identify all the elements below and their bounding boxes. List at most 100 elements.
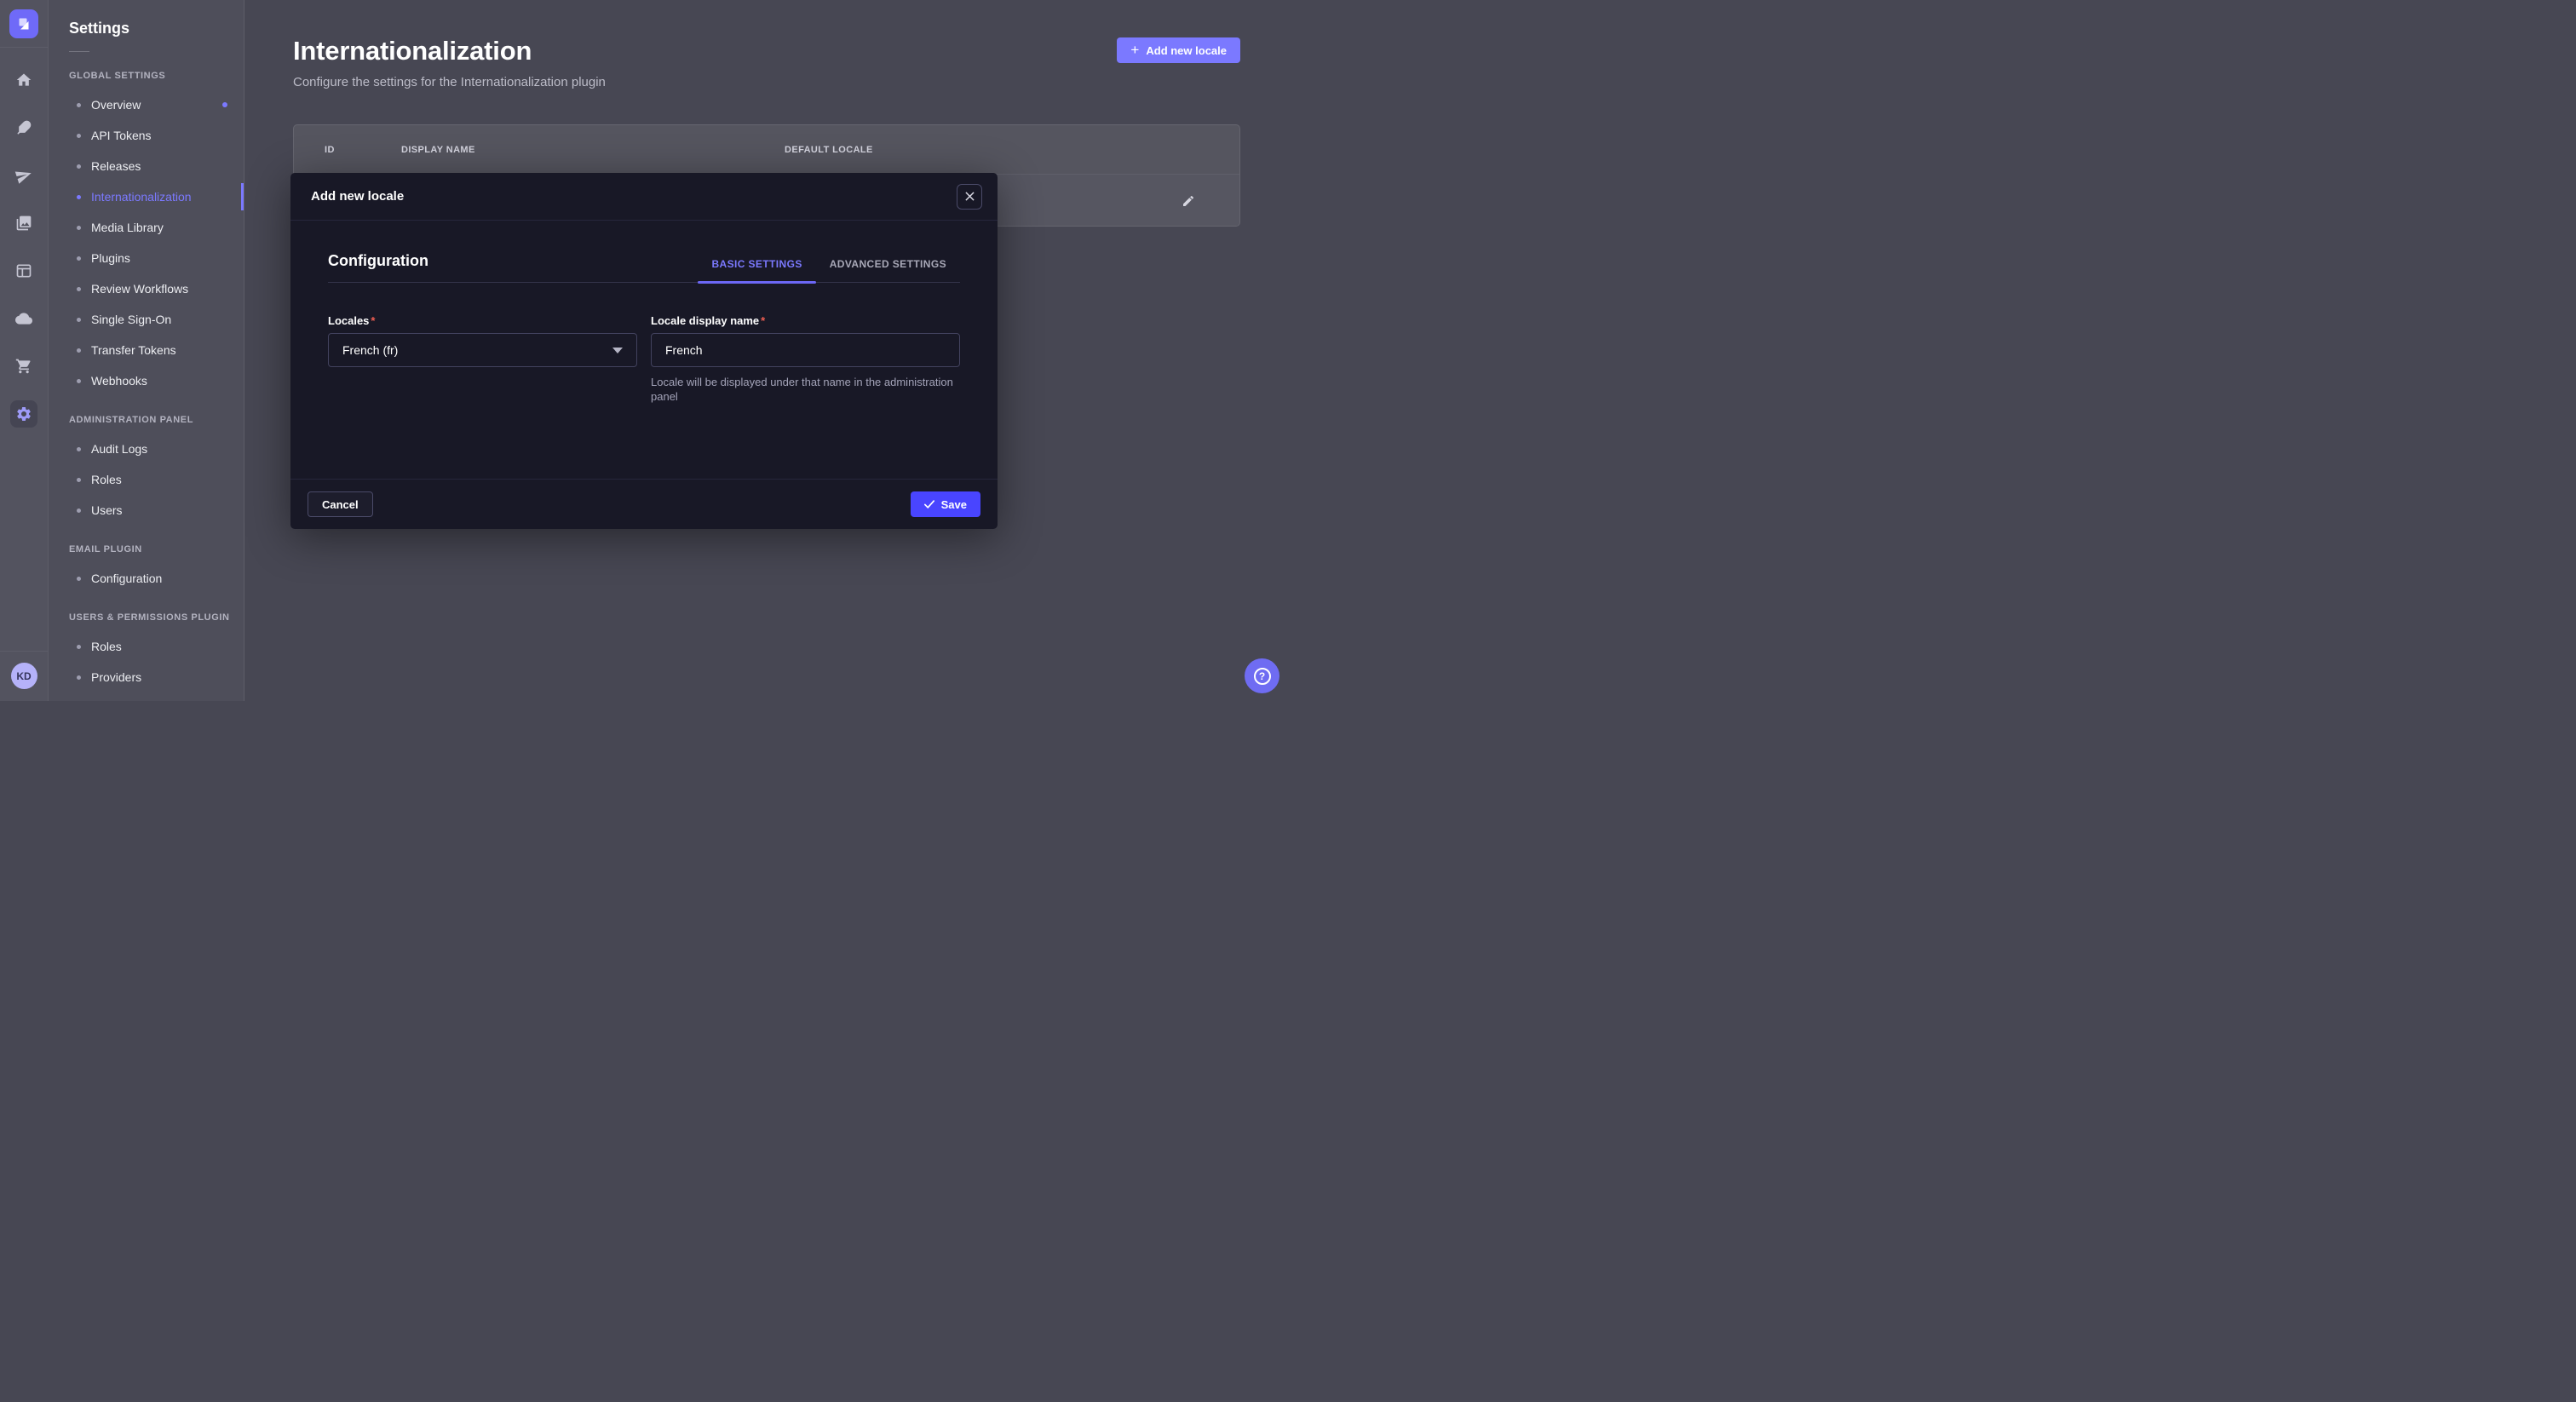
pencil-icon bbox=[1182, 194, 1195, 208]
modal-close-button[interactable] bbox=[957, 184, 982, 210]
content-feather-icon[interactable] bbox=[10, 114, 37, 141]
media-library-icon[interactable] bbox=[10, 210, 37, 237]
settings-nav-item-single-sign-on[interactable]: Single Sign-On bbox=[49, 304, 244, 335]
add-new-locale-label: Add new locale bbox=[1146, 44, 1227, 57]
settings-nav-item-releases[interactable]: Releases bbox=[49, 151, 244, 181]
nav-item-label: Providers bbox=[91, 670, 141, 684]
settings-nav-item-configuration[interactable]: Configuration bbox=[49, 563, 244, 594]
nav-item-label: Transfer Tokens bbox=[91, 343, 176, 357]
check-icon bbox=[924, 499, 934, 509]
settings-nav-item-roles[interactable]: Roles bbox=[49, 464, 244, 495]
bullet-icon bbox=[77, 164, 81, 169]
settings-nav-item-webhooks[interactable]: Webhooks bbox=[49, 365, 244, 396]
nav-item-label: Roles bbox=[91, 640, 122, 653]
nav-item-label: Configuration bbox=[91, 572, 162, 585]
close-icon bbox=[965, 192, 975, 201]
settings-gear-icon[interactable] bbox=[10, 400, 37, 428]
nav-item-label: Review Workflows bbox=[91, 282, 188, 296]
user-avatar[interactable]: KD bbox=[11, 663, 37, 689]
locale-form: Locales* French (fr) Locale display name… bbox=[328, 314, 960, 404]
configuration-title: Configuration bbox=[328, 252, 428, 282]
settings-nav-item-audit-logs[interactable]: Audit Logs bbox=[49, 434, 244, 464]
locales-select-value: French (fr) bbox=[342, 343, 398, 357]
settings-nav-item-media-library[interactable]: Media Library bbox=[49, 212, 244, 243]
bullet-icon bbox=[77, 379, 81, 383]
bullet-icon bbox=[77, 256, 81, 261]
tab-advanced-settings[interactable]: ADVANCED SETTINGS bbox=[816, 258, 960, 282]
bullet-icon bbox=[77, 195, 81, 199]
active-item-indicator bbox=[241, 183, 244, 210]
nav-section-label-administration-panel: ADMINISTRATION PANEL bbox=[69, 415, 244, 425]
settings-nav-item-internationalization[interactable]: Internationalization bbox=[49, 181, 244, 212]
main-nav-rail: KD bbox=[0, 0, 49, 701]
plus-icon: + bbox=[1130, 43, 1139, 57]
settings-nav-item-providers[interactable]: Providers bbox=[49, 662, 244, 692]
edit-locale-button[interactable] bbox=[1171, 184, 1205, 218]
nav-item-label: Releases bbox=[91, 159, 141, 173]
settings-nav-sections: GLOBAL SETTINGS Overview API Tokens Release… bbox=[49, 71, 244, 692]
settings-nav-item-overview[interactable]: Overview bbox=[49, 89, 244, 120]
settings-nav-item-transfer-tokens[interactable]: Transfer Tokens bbox=[49, 335, 244, 365]
deploy-cloud-icon[interactable] bbox=[10, 305, 37, 332]
rail-divider bbox=[0, 47, 49, 48]
bullet-icon bbox=[77, 675, 81, 680]
save-label: Save bbox=[941, 498, 967, 511]
settings-nav-item-roles[interactable]: Roles bbox=[49, 631, 244, 662]
settings-nav-item-users[interactable]: Users bbox=[49, 495, 244, 526]
nav-item-label: API Tokens bbox=[91, 129, 152, 142]
help-button[interactable]: ? bbox=[1245, 658, 1279, 693]
rail-divider-bottom bbox=[0, 651, 49, 652]
locale-display-name-input[interactable] bbox=[651, 333, 960, 367]
add-new-locale-button[interactable]: + Add new locale bbox=[1117, 37, 1240, 63]
column-header-id: ID bbox=[325, 145, 401, 155]
display-name-label: Locale display name* bbox=[651, 314, 960, 327]
locales-field: Locales* French (fr) bbox=[328, 314, 637, 404]
strapi-logo[interactable] bbox=[9, 9, 38, 38]
settings-sidebar: Settings GLOBAL SETTINGSOverviewAPI Toke… bbox=[49, 0, 244, 701]
bullet-icon bbox=[77, 447, 81, 451]
nav-section-label-users-permissions-plugin: USERS & PERMISSIONS PLUGIN bbox=[69, 612, 244, 623]
nav-item-label: Users bbox=[91, 503, 123, 517]
nav-section-label-global-settings: GLOBAL SETTINGS bbox=[69, 71, 244, 81]
strapi-logo-icon bbox=[15, 15, 32, 32]
add-locale-modal: Add new locale Configuration BASIC SETTI… bbox=[290, 173, 998, 529]
save-button[interactable]: Save bbox=[911, 491, 980, 517]
bullet-icon bbox=[77, 348, 81, 353]
notification-dot bbox=[222, 102, 227, 107]
bullet-icon bbox=[77, 134, 81, 138]
bullet-icon bbox=[77, 226, 81, 230]
rail-bottom: KD bbox=[0, 651, 49, 701]
nav-item-label: Overview bbox=[91, 98, 141, 112]
settings-nav-item-review-workflows[interactable]: Review Workflows bbox=[49, 273, 244, 304]
modal-footer: Cancel Save bbox=[290, 479, 998, 529]
cancel-button[interactable]: Cancel bbox=[308, 491, 373, 517]
nav-item-label: Internationalization bbox=[91, 190, 192, 204]
locales-select[interactable]: French (fr) bbox=[328, 333, 637, 367]
question-mark-icon: ? bbox=[1254, 668, 1271, 685]
nav-item-label: Roles bbox=[91, 473, 122, 486]
nav-item-label: Webhooks bbox=[91, 374, 147, 388]
page-header-text: Internationalization Configure the setti… bbox=[293, 36, 606, 89]
nav-section-label-email-plugin: EMAIL PLUGIN bbox=[69, 544, 244, 554]
settings-title-divider bbox=[69, 51, 89, 52]
settings-nav-item-api-tokens[interactable]: API Tokens bbox=[49, 120, 244, 151]
nav-item-label: Single Sign-On bbox=[91, 313, 171, 326]
releases-send-icon[interactable] bbox=[10, 162, 37, 189]
nav-item-label: Plugins bbox=[91, 251, 130, 265]
column-header-display-name: DISPLAY NAME bbox=[401, 145, 785, 155]
bullet-icon bbox=[77, 318, 81, 322]
home-icon[interactable] bbox=[10, 66, 37, 94]
locales-label: Locales* bbox=[328, 314, 637, 327]
rail-icons bbox=[10, 66, 37, 428]
display-name-field: Locale display name* Locale will be disp… bbox=[651, 314, 960, 404]
column-header-default-locale: DEFAULT LOCALE bbox=[785, 145, 1171, 155]
content-manager-icon[interactable] bbox=[10, 257, 37, 284]
settings-nav-item-plugins[interactable]: Plugins bbox=[49, 243, 244, 273]
modal-header: Add new locale bbox=[290, 173, 998, 221]
bullet-icon bbox=[77, 577, 81, 581]
tab-basic-settings[interactable]: BASIC SETTINGS bbox=[698, 258, 815, 282]
nav-item-label: Media Library bbox=[91, 221, 164, 234]
chevron-down-icon bbox=[612, 348, 623, 353]
marketplace-cart-icon[interactable] bbox=[10, 353, 37, 380]
bullet-icon bbox=[77, 478, 81, 482]
